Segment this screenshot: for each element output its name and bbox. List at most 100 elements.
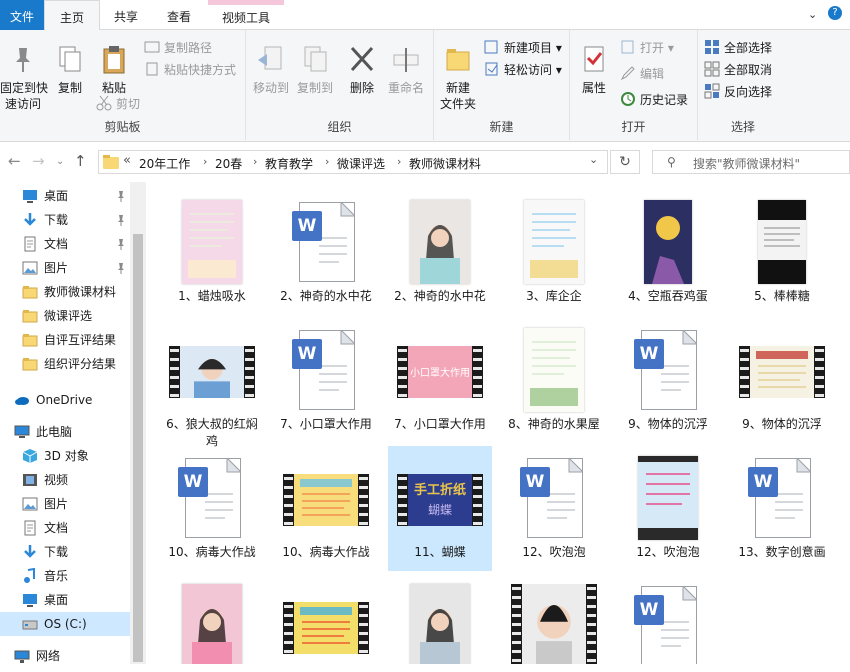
nav-scrollbar-thumb[interactable] [133,234,143,662]
nav-item[interactable]: 下载 [0,208,130,232]
nav-item[interactable]: 视频 [0,468,130,492]
paste-button[interactable]: 粘贴 [94,44,134,96]
file-item[interactable]: W 13、数字创意画 [730,446,834,571]
download-icon [22,212,38,228]
invert-selection-button[interactable]: 反向选择 [704,82,772,102]
nav-item[interactable]: 桌面 [0,588,130,612]
edit-button[interactable]: 编辑 [620,64,664,84]
recent-chevron-icon[interactable]: ⌄ [56,156,64,167]
open-button[interactable]: 打开 ▾ [620,38,674,58]
nav-item[interactable]: 此电脑 [0,420,130,444]
history-label: 历史记录 [640,93,689,107]
file-item[interactable]: 10、病毒大作战 [274,446,378,571]
file-item[interactable]: 3、库企企 [502,190,606,315]
file-item[interactable] [388,574,492,664]
easy-access-button[interactable]: 轻松访问 ▾ [484,60,562,80]
ribbon: 固定到快 速访问 复制 粘贴 复制路径 粘贴快捷方式 剪切 剪贴板 移动到 复制… [0,30,850,142]
videos-icon [22,472,38,488]
nav-item[interactable]: 图片 [0,492,130,516]
desktop-icon [22,188,38,204]
select-all-button[interactable]: 全部选择 [704,38,772,58]
tab-view[interactable]: 查看 [152,0,206,30]
file-item[interactable]: 1、蜡烛吸水 [160,190,264,315]
properties-button[interactable]: 属性 [576,44,612,96]
nav-item[interactable]: 下载 [0,540,130,564]
nav-item[interactable]: 桌面 [0,184,130,208]
collapse-ribbon-icon[interactable]: ⌄ [808,8,817,21]
tab-home[interactable]: 主页 [44,0,100,31]
nav-item-label: 下载 [44,213,69,227]
file-item[interactable]: 8、神奇的水果屋 [502,318,606,443]
breadcrumb-2[interactable]: 20春 [215,155,242,172]
file-item[interactable]: 6、狼大叔的红焖鸡 [160,318,264,448]
new-folder-button[interactable]: 新建 文件夹 [436,44,480,112]
breadcrumb-5[interactable]: 教师微课材料 [409,155,481,172]
pin-quick-access-button[interactable]: 固定到快 速访问 [0,44,48,112]
nav-item[interactable]: OneDrive [0,388,130,412]
breadcrumb-4[interactable]: 微课评选 [337,155,385,172]
up-arrow-icon[interactable]: ↑ [74,152,87,170]
cut-button[interactable]: 剪切 [96,94,140,114]
nav-item[interactable]: 3D 对象 [0,444,130,468]
address-bar[interactable]: « 20年工作 › 20春 › 教育教学 › 微课评选 › 教师微课材料 ⌄ [98,150,608,174]
nav-item[interactable]: 网络 [0,644,130,668]
tab-video-tools[interactable]: 视频工具 [208,0,284,30]
breadcrumb-separator-icon[interactable]: › [325,155,329,168]
breadcrumb-separator-icon[interactable]: › [203,155,207,168]
file-item[interactable]: W 7、小口罩大作用 [274,318,378,443]
file-item[interactable] [160,574,264,664]
copy-to-button[interactable]: 复制到 [294,44,336,96]
file-item[interactable]: W 2、神奇的水中花 [274,190,378,315]
breadcrumb-1[interactable]: 20年工作 [139,155,190,172]
breadcrumb-separator-icon[interactable]: › [397,155,401,168]
nav-item[interactable]: OS (C:) [0,612,130,636]
history-button[interactable]: 历史记录 [620,90,688,110]
tab-file[interactable]: 文件 [0,0,44,30]
nav-item[interactable]: 图片 [0,256,130,280]
copy-path-button[interactable]: 复制路径 [144,38,212,58]
file-item[interactable]: W 9、物体的沉浮 [616,318,720,443]
file-item[interactable]: 9、物体的沉浮 [730,318,834,443]
back-arrow-icon[interactable]: ← [8,152,21,170]
video-frame [522,584,586,664]
rename-icon [390,44,422,76]
file-item[interactable]: 小口罩大作用 7、小口罩大作用 [388,318,492,443]
tab-share[interactable]: 共享 [100,0,152,30]
file-name: 9、物体的沉浮 [628,417,708,431]
search-input[interactable]: ⚲ 搜索"教师微课材料" [652,150,850,174]
nav-item[interactable]: 文档 [0,232,130,256]
select-none-button[interactable]: 全部取消 [704,60,772,80]
breadcrumb-overflow[interactable]: « [123,153,131,168]
nav-item[interactable]: 音乐 [0,564,130,588]
file-item[interactable] [274,574,378,664]
file-item[interactable]: 4、空瓶吞鸡蛋 [616,190,720,315]
new-item-button[interactable]: 新建项目 ▾ [484,38,562,58]
address-dropdown-icon[interactable]: ⌄ [589,153,598,166]
copy-button[interactable]: 复制 [50,44,90,96]
help-icon[interactable]: ? [828,6,842,20]
nav-item-label: 下载 [44,545,69,559]
nav-item[interactable]: 教师微课材料 [0,280,130,304]
refresh-icon[interactable]: ↻ [610,150,640,174]
breadcrumb-separator-icon[interactable]: › [253,155,257,168]
file-item[interactable]: 2、神奇的水中花 [388,190,492,315]
file-item[interactable] [502,574,606,664]
nav-item[interactable]: 文档 [0,516,130,540]
file-thumbnail: 手工折纸 蝴蝶 [388,456,492,542]
rename-button[interactable]: 重命名 [384,44,428,96]
file-item[interactable]: W 12、吹泡泡 [502,446,606,571]
nav-item[interactable]: 微课评选 [0,304,130,328]
film-sprocket-icon [587,584,596,664]
nav-item[interactable]: 自评互评结果 [0,328,130,352]
file-item[interactable]: W 10、病毒大作战 [160,446,264,571]
move-to-button[interactable]: 移动到 [250,44,292,96]
file-item[interactable]: 手工折纸 蝴蝶 11、蝴蝶 [388,446,492,571]
delete-button[interactable]: 删除 [344,44,380,96]
nav-item[interactable]: 组织评分结果 [0,352,130,376]
file-item[interactable]: 5、棒棒糖 [730,190,834,315]
file-item[interactable]: 12、吹泡泡 [616,446,720,571]
breadcrumb-3[interactable]: 教育教学 [265,155,313,172]
paste-shortcut-button[interactable]: 粘贴快捷方式 [144,60,236,80]
forward-arrow-icon[interactable]: → [32,152,45,170]
file-item[interactable]: W [616,574,720,664]
